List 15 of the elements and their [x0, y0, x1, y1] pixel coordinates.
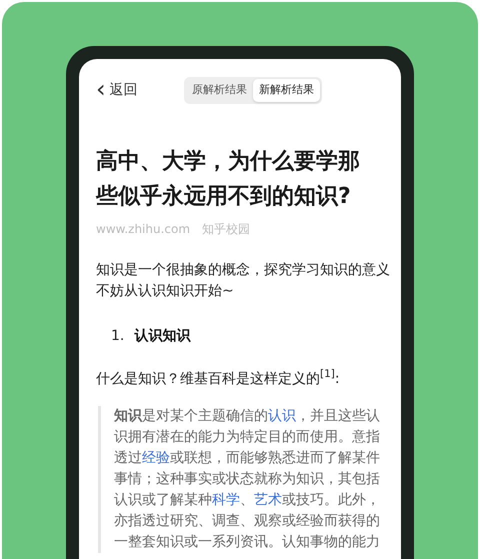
back-button[interactable]: ‹ 返回 [96, 80, 184, 101]
list-heading: 认识知识 [134, 326, 190, 346]
tab[interactable]: 原解析结果 [186, 79, 253, 102]
article-title: 高中、大学，为什么要学那些似乎永远用不到的知识? [96, 148, 361, 210]
wiki-link[interactable]: 艺术 [254, 492, 282, 508]
quote-paragraph: 知识是对某个主题确信的认识，并且这些认识拥有潜在的能力为特定目的而使用。意指透过经验或联想，而能够熟悉进而了解某件事情；这种事实或状态就称为知识，其包括认识或了解某种科学、艺术或技巧。此外，亦指透过研究、调查、观察或经验而获得的一整套知识或一系列资讯。认知事物的能力 [114, 406, 381, 552]
wiki-link[interactable]: 科学 [212, 492, 240, 508]
list-number: 1. [111, 326, 124, 346]
question-text: 什么是知识？维基百科是这样定义的$^{[1]}$: [96, 368, 341, 388]
source-site: www.zhihu.com [96, 220, 190, 238]
tab[interactable]: 新解析结果 [253, 79, 320, 102]
source-author: 知乎校园 [202, 220, 250, 238]
intro-paragraph: 知识是一个很抽象的概念，探究学习知识的意义不妨从认识知识开始~ [96, 260, 391, 300]
wiki-link[interactable]: 经验 [142, 450, 170, 466]
wiki-link[interactable]: 认识 [268, 408, 296, 424]
